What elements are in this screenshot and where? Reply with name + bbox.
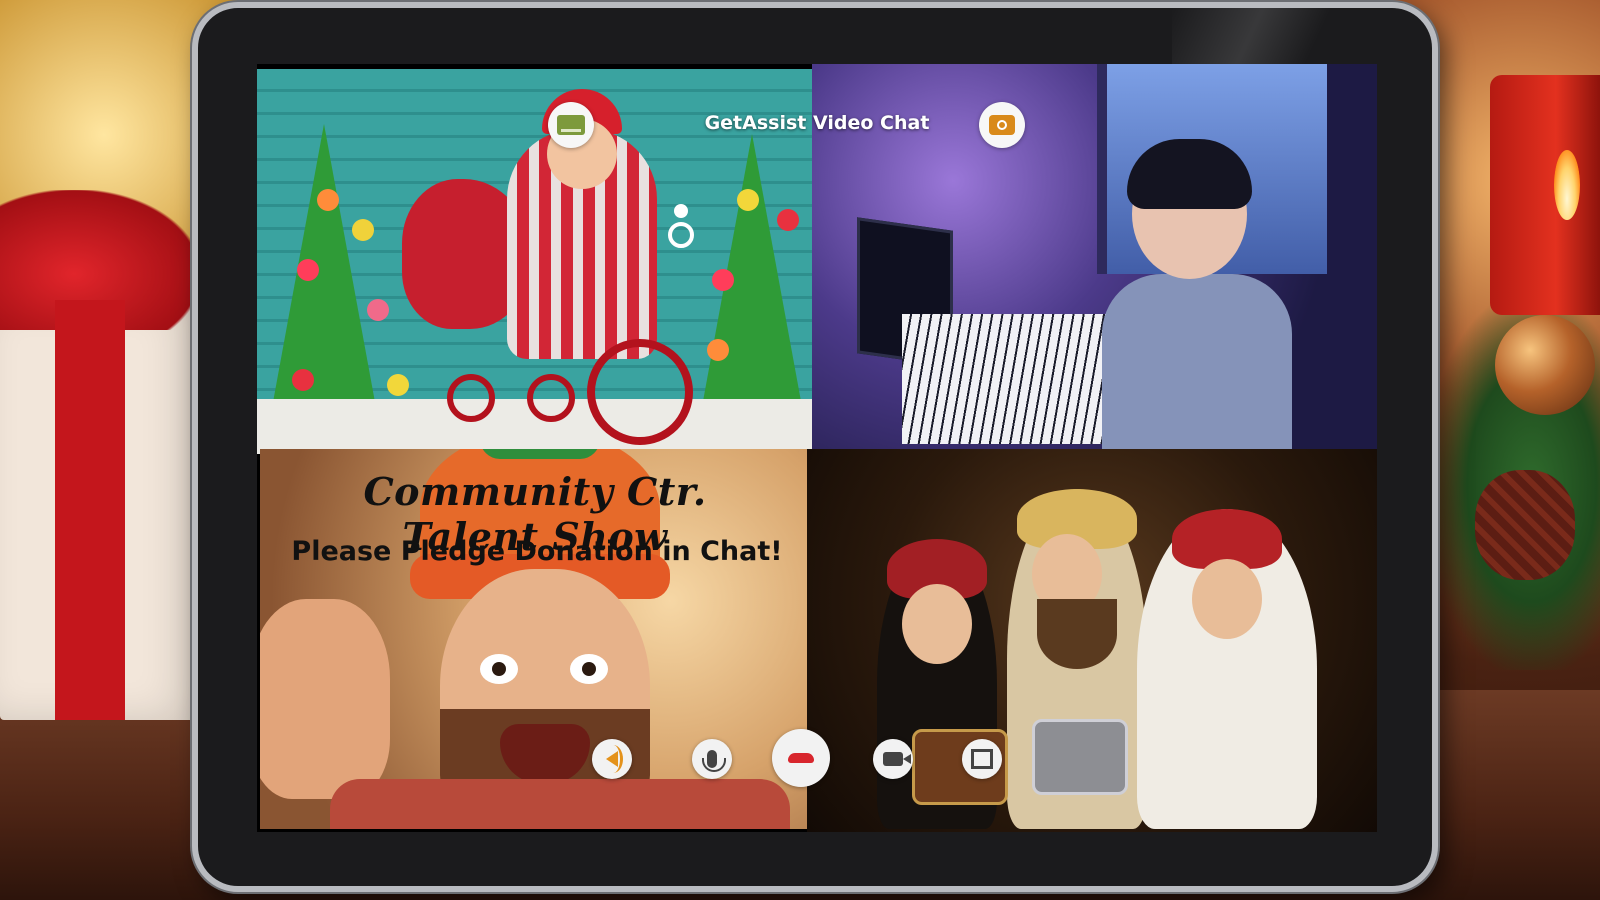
flip-camera-button[interactable]: [979, 102, 1025, 148]
tree-ornament: [712, 269, 734, 291]
gift-box: [0, 190, 200, 720]
tree-ornament: [707, 339, 729, 361]
mute-button[interactable]: [692, 739, 732, 779]
fake-beard: [1037, 599, 1117, 669]
waving-hand: [260, 599, 390, 799]
speaker-button[interactable]: [592, 739, 632, 779]
video-camera-icon: [883, 752, 911, 766]
tree-ornament: [737, 189, 759, 211]
app-title: GetAssist Video Chat: [704, 112, 930, 134]
gift-ribbon: [55, 300, 125, 720]
camera-toggle-button[interactable]: [873, 739, 913, 779]
assist-logo-icon: [662, 204, 702, 254]
boy-playing-piano: [1102, 139, 1292, 454]
child-costume-right: [1137, 509, 1317, 829]
microphone-icon: [702, 750, 726, 772]
pledge-banner: Please Pledge Donation in Chat!: [291, 536, 783, 567]
tree-ornament: [777, 209, 799, 231]
flip-camera-icon: [989, 115, 1015, 135]
tablet-device: GetAssist Video Chat Community Ctr. Tale…: [192, 2, 1438, 892]
hang-up-icon: [788, 753, 814, 763]
assist-logo-body: [668, 222, 694, 248]
screen-share-icon: [965, 743, 993, 769]
grid-layout-icon: [557, 115, 585, 135]
child-face: [1192, 559, 1262, 639]
tricycle-wheel: [527, 374, 575, 422]
tree-ornament: [387, 374, 409, 396]
tree-ornament: [297, 259, 319, 281]
boy-hair: [1127, 139, 1252, 209]
kid-in-pajamas: [507, 89, 657, 359]
paper-tree: [269, 124, 379, 424]
eye: [570, 654, 608, 684]
child-face: [902, 584, 972, 664]
silver-chest: [1032, 719, 1128, 795]
screen-share-button[interactable]: [962, 739, 1002, 779]
hang-up-button[interactable]: [772, 729, 830, 787]
speaker-icon: [606, 745, 623, 773]
candle: [1490, 75, 1600, 315]
sweater: [330, 779, 790, 829]
tree-ornament: [367, 299, 389, 321]
candle-flame: [1554, 150, 1580, 220]
layout-button[interactable]: [548, 102, 594, 148]
boy-body: [1102, 274, 1292, 454]
tree-ornament: [292, 369, 314, 391]
tricycle-wheel: [587, 339, 693, 445]
pinecone: [1475, 470, 1575, 580]
eye: [480, 654, 518, 684]
video-chat-screen: GetAssist Video Chat Community Ctr. Tale…: [257, 64, 1377, 832]
tree-ornament: [317, 189, 339, 211]
ornament-bauble: [1495, 315, 1595, 415]
tree-ornament: [352, 219, 374, 241]
elf-hat-tip: [480, 449, 600, 459]
assist-logo-head: [674, 204, 688, 218]
tricycle-wheel: [447, 374, 495, 422]
screen-glare: [1172, 8, 1372, 68]
